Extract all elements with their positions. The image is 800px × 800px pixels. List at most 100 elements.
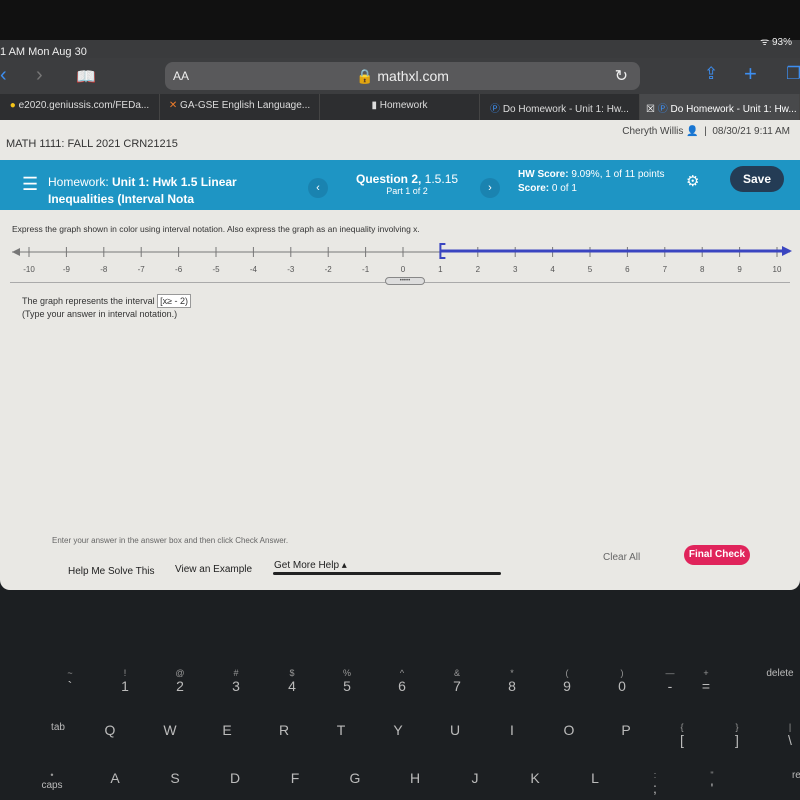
tab-ga-gse[interactable]: ✕ GA-GSE English Language... [160, 94, 320, 120]
key-label: K [530, 770, 540, 786]
instruction-text: Enter your answer in the answer box and … [52, 536, 289, 545]
key-\[interactable]: | \ [770, 722, 800, 748]
tab-do-homework[interactable]: Ⓟ Do Homework - Unit 1: Hw... [480, 94, 640, 120]
next-question-button[interactable]: › [480, 178, 500, 198]
key-i[interactable]: I [492, 722, 532, 738]
menu-icon[interactable]: ☰ [22, 174, 38, 195]
key-label: A [110, 770, 120, 786]
ray-arrow [782, 246, 792, 256]
new-tab-icon[interactable]: + [744, 61, 757, 87]
pearson-p-icon: Ⓟ [657, 104, 668, 115]
tab-e2020[interactable]: ● e2020.geniussis.com/FEDa... [0, 94, 160, 120]
get-more-help-button[interactable]: Get More Help ▴ [274, 560, 347, 571]
key-[[interactable]: {[ [662, 722, 702, 748]
mathxl-page: MATH 1111: FALL 2021 CRN21215 Cheryth Wi… [0, 120, 800, 590]
key-delete[interactable]: delete [750, 668, 800, 679]
bookmarks-icon[interactable]: 📖 [76, 67, 96, 87]
key-shift-label: ! [123, 668, 127, 678]
key-k[interactable]: K [515, 770, 555, 786]
key-label: S [170, 770, 180, 786]
tab-do-homework-active[interactable]: ☒ Ⓟ Do Homework - Unit 1: Hw... [640, 94, 800, 120]
key-a[interactable]: A [95, 770, 135, 786]
score-label: Score: [518, 183, 550, 194]
key-label: = [701, 678, 711, 694]
key-s[interactable]: S [155, 770, 195, 786]
tick-label: -2 [325, 265, 333, 274]
key-3[interactable]: #3 [216, 668, 256, 694]
key-caps[interactable]: • caps [22, 770, 82, 791]
key-2[interactable]: @2 [160, 668, 200, 694]
key-8[interactable]: * 8 [492, 668, 532, 694]
key-r[interactable]: R [264, 722, 304, 738]
help-me-solve-button[interactable]: Help Me Solve This [68, 566, 155, 577]
tabs-icon[interactable]: ❐ [786, 64, 800, 84]
key-label: P [621, 722, 631, 738]
key-g[interactable]: G [335, 770, 375, 786]
key-7[interactable]: & 7 [437, 668, 477, 694]
key-h[interactable]: H [395, 770, 435, 786]
gear-icon[interactable]: ⚙ [686, 172, 699, 190]
key-w[interactable]: W [150, 722, 190, 738]
key-t[interactable]: T [321, 722, 361, 738]
key--[interactable]: — - [650, 668, 690, 694]
key-9[interactable]: (9 [547, 668, 587, 694]
key-=[interactable]: + = [686, 668, 726, 694]
key-tab[interactable]: tab [28, 722, 88, 733]
tick-label: 6 [625, 265, 630, 274]
tick-label: -6 [175, 265, 183, 274]
key-label: R [278, 722, 290, 738]
key-u[interactable]: U [435, 722, 475, 738]
address-bar[interactable]: AA 🔒 mathxl.com ↻ [165, 62, 640, 90]
key-shift-label: ^ [399, 668, 405, 678]
key-shift-label: ( [565, 668, 569, 678]
key-j[interactable]: J [455, 770, 495, 786]
key-label: 9 [563, 678, 571, 694]
key-;[interactable]: :; [635, 770, 675, 796]
key-][interactable]: }] [717, 722, 757, 748]
reload-icon[interactable]: ↻ [615, 66, 628, 86]
key-5[interactable]: % 5 [327, 668, 367, 694]
tick-label: -1 [362, 265, 370, 274]
tab-label: e2020.geniussis.com/FEDa... [18, 100, 150, 111]
previous-question-button[interactable]: ‹ [308, 178, 328, 198]
tab-homework[interactable]: ▮ Homework [320, 94, 480, 120]
final-check-button[interactable]: Final Check [684, 545, 750, 565]
key-q[interactable]: Q [90, 722, 130, 738]
key-1[interactable]: ! 1 [105, 668, 145, 694]
key-p[interactable]: P [606, 722, 646, 738]
share-icon[interactable]: ⇪ [704, 64, 718, 84]
tab-label: Homework [379, 100, 428, 111]
key-shift-label: } [735, 722, 739, 732]
answer-input[interactable]: [x≥ - 2) [157, 294, 192, 308]
tick-label: -4 [250, 265, 258, 274]
tick-label: 5 [588, 265, 593, 274]
key-o[interactable]: O [549, 722, 589, 738]
key-6[interactable]: ^ 6 [382, 668, 422, 694]
view-example-button[interactable]: View an Example [175, 564, 252, 575]
forward-icon[interactable]: › [36, 64, 43, 87]
key-d[interactable]: D [215, 770, 255, 786]
key-l[interactable]: L [575, 770, 615, 786]
close-tab-icon[interactable]: ☒ [646, 104, 655, 115]
key-shift-label: : [653, 770, 657, 780]
save-button[interactable]: Save [730, 166, 784, 192]
key-y[interactable]: Y [378, 722, 418, 738]
clear-all-button[interactable]: Clear All [603, 552, 640, 563]
key-`[interactable]: ~ ` [50, 668, 90, 694]
key-label: - [667, 678, 673, 694]
key-label: H [409, 770, 421, 786]
key-return[interactable]: return [775, 770, 800, 781]
tick-label: 9 [737, 265, 742, 274]
key-e[interactable]: E [207, 722, 247, 738]
key-f[interactable]: F [275, 770, 315, 786]
document-icon: ▮ [371, 100, 377, 111]
key-4[interactable]: $4 [272, 668, 312, 694]
key-shift-label: $ [289, 668, 295, 678]
key-label: W [163, 722, 177, 738]
course-title: MATH 1111: FALL 2021 CRN21215 [6, 138, 178, 150]
back-icon[interactable]: ‹ [0, 64, 7, 87]
resize-handle[interactable]: ••••• [385, 277, 425, 285]
key-0[interactable]: ) 0 [602, 668, 642, 694]
tab-label: Do Homework - Unit 1: Hw... [670, 104, 797, 115]
key-'[interactable]: " ' [692, 770, 732, 796]
